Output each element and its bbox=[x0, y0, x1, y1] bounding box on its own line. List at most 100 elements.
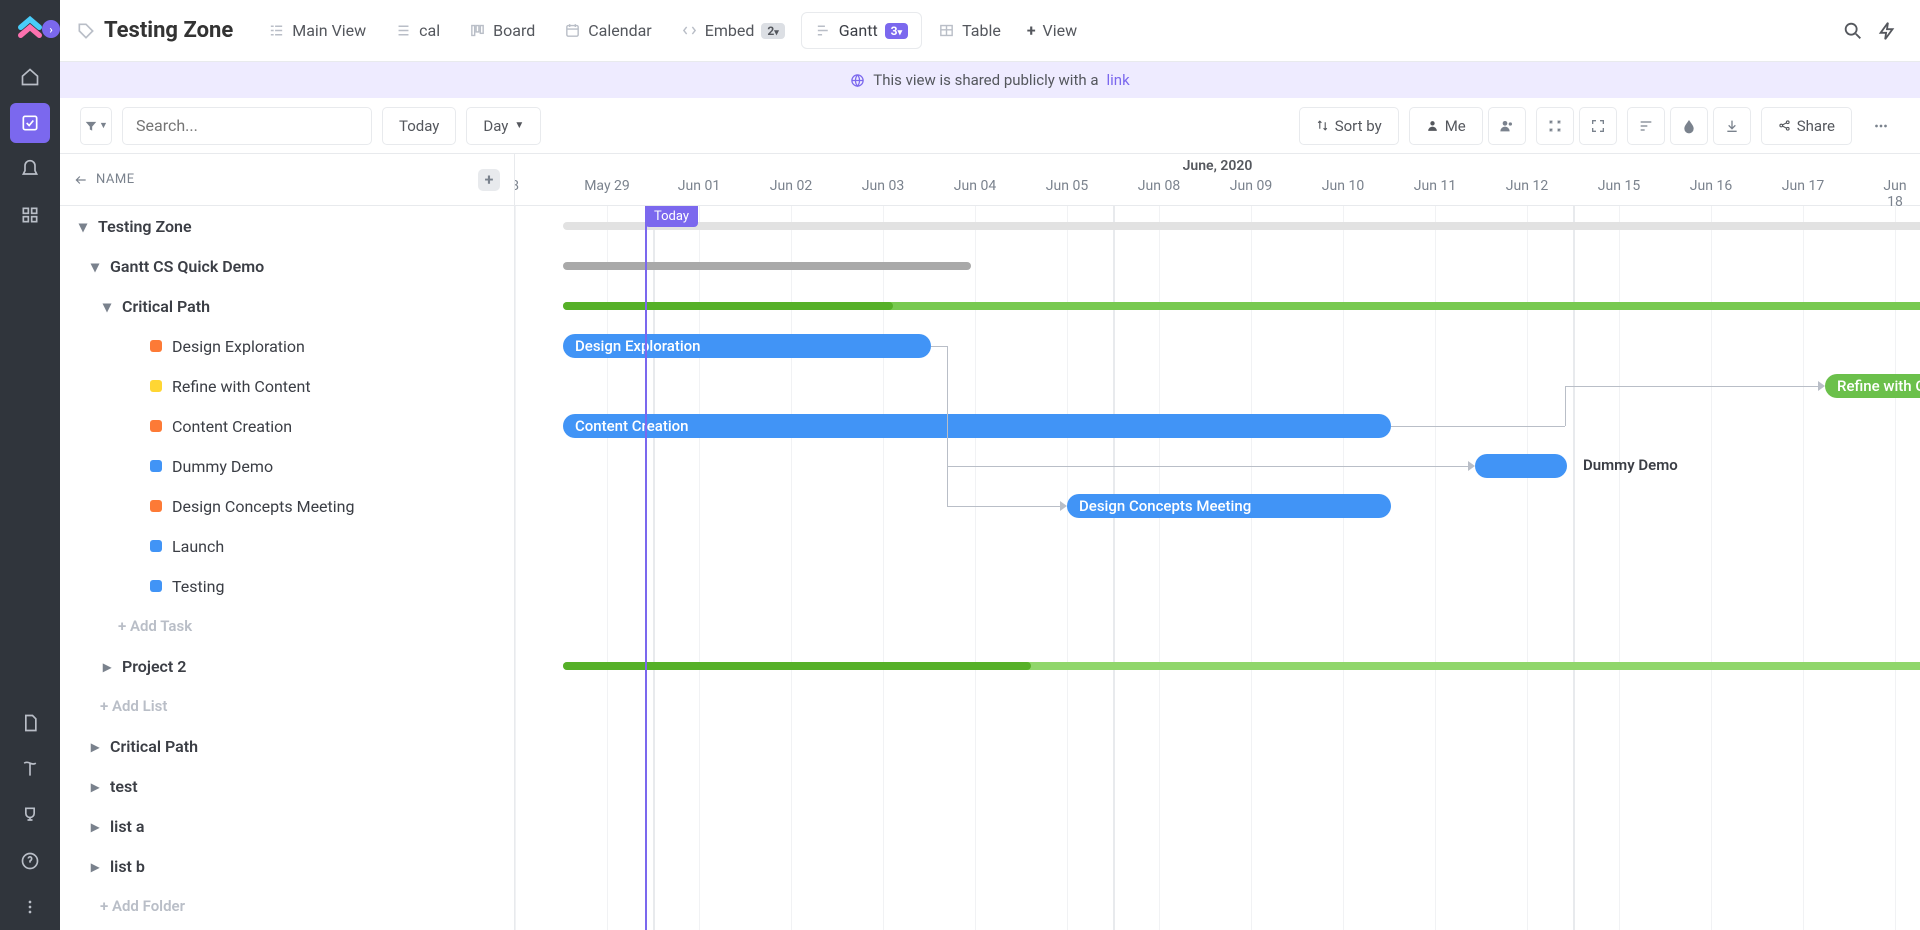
assignee-filter-button[interactable] bbox=[1488, 107, 1526, 145]
gantt-bar[interactable] bbox=[563, 662, 1031, 670]
task-row[interactable]: ▾Gantt CS Quick Demo bbox=[60, 246, 514, 286]
day-header: May 29 bbox=[584, 178, 630, 194]
task-row[interactable]: ▸list a bbox=[60, 806, 514, 846]
sortby-button[interactable]: Sort by bbox=[1299, 107, 1399, 145]
task-panel: NAME + ▾Testing Zone▾Gantt CS Quick Demo… bbox=[60, 154, 515, 930]
expand-icon bbox=[1590, 118, 1606, 134]
tag-icon bbox=[76, 21, 96, 41]
task-row[interactable]: Design Concepts Meeting bbox=[60, 486, 514, 526]
gantt-bar[interactable]: Design Exploration bbox=[563, 334, 931, 358]
view-tab-table[interactable]: Table bbox=[925, 13, 1014, 48]
day-header: Jun 04 bbox=[954, 178, 996, 194]
gantt-bar[interactable]: Content Creation bbox=[563, 414, 1391, 438]
gantt-bar[interactable] bbox=[563, 222, 1920, 230]
nav-docs[interactable] bbox=[10, 703, 50, 743]
gantt-bar[interactable] bbox=[1475, 454, 1567, 478]
gantt-bar[interactable]: Design Concepts Meeting bbox=[1067, 494, 1391, 518]
banner-link[interactable]: link bbox=[1107, 71, 1130, 89]
toggle-icon[interactable]: ▸ bbox=[86, 777, 104, 795]
nav-notifications[interactable] bbox=[10, 149, 50, 189]
add-column-button[interactable]: + bbox=[478, 169, 500, 191]
path-button[interactable] bbox=[1627, 107, 1665, 145]
task-row[interactable]: ▾Testing Zone bbox=[60, 206, 514, 246]
space-title[interactable]: Testing Zone bbox=[76, 18, 233, 43]
nav-more[interactable] bbox=[10, 887, 50, 927]
automate-icon[interactable] bbox=[1876, 20, 1898, 42]
toggle-icon[interactable]: ▸ bbox=[86, 857, 104, 875]
search-icon[interactable] bbox=[1842, 20, 1864, 42]
add-button[interactable]: + Add Folder bbox=[60, 886, 514, 926]
gantt-bar[interactable]: Refine with Content bbox=[1825, 374, 1920, 398]
task-row[interactable]: Design Exploration bbox=[60, 326, 514, 366]
nav-apps[interactable] bbox=[10, 195, 50, 235]
share-icon bbox=[1778, 119, 1791, 132]
pulse-icon bbox=[20, 759, 40, 779]
calendar-icon bbox=[564, 22, 581, 39]
today-button[interactable]: Today bbox=[382, 107, 456, 145]
add-button[interactable]: + Add Task bbox=[60, 606, 514, 646]
toggle-icon[interactable]: ▾ bbox=[86, 257, 104, 275]
nav-help[interactable] bbox=[10, 841, 50, 881]
toggle-icon[interactable]: ▸ bbox=[98, 657, 116, 675]
day-scale-button[interactable]: Day▼ bbox=[466, 107, 541, 145]
search-input[interactable] bbox=[122, 107, 372, 145]
view-tab-board[interactable]: Board bbox=[456, 13, 548, 48]
more-vertical-icon bbox=[20, 897, 40, 917]
view-tab-gantt[interactable]: Gantt3▾ bbox=[801, 12, 922, 49]
color-button[interactable] bbox=[1670, 107, 1708, 145]
toggle-icon[interactable]: ▸ bbox=[86, 817, 104, 835]
gantt-chart[interactable]: June, 2020 8May 29Jun 01Jun 02Jun 03Jun … bbox=[515, 154, 1920, 930]
day-header: Jun 01 bbox=[678, 178, 720, 194]
nav-pulse[interactable] bbox=[10, 749, 50, 789]
grid-icon bbox=[20, 205, 40, 225]
toolbar: ▼ Today Day▼ Sort by Me Share bbox=[60, 98, 1920, 154]
status-dot bbox=[150, 580, 162, 592]
toggle-icon[interactable]: ▾ bbox=[74, 217, 92, 235]
filter-button[interactable]: ▼ bbox=[80, 107, 112, 145]
nav-home[interactable] bbox=[10, 57, 50, 97]
add-button[interactable]: + Add List bbox=[60, 686, 514, 726]
task-row[interactable]: Dummy Demo bbox=[60, 446, 514, 486]
timeline-month: June, 2020 bbox=[515, 154, 1920, 178]
toggle-icon[interactable]: ▾ bbox=[98, 297, 116, 315]
gantt-bar[interactable] bbox=[563, 262, 971, 270]
day-header: Jun 02 bbox=[770, 178, 812, 194]
header-bar: Testing Zone Main ViewcalBoardCalendarEm… bbox=[60, 0, 1920, 62]
expand-button[interactable] bbox=[1579, 107, 1617, 145]
task-row[interactable]: ▾Critical Path bbox=[60, 286, 514, 326]
toggle-icon[interactable]: ▸ bbox=[86, 737, 104, 755]
add-view-button[interactable]: + View bbox=[1014, 13, 1090, 48]
view-tab-cal[interactable]: cal bbox=[382, 13, 453, 48]
task-row[interactable]: ▸list b bbox=[60, 846, 514, 886]
app-logo[interactable]: › bbox=[14, 14, 46, 46]
download-icon bbox=[1724, 118, 1740, 134]
public-share-banner: This view is shared publicly with a link bbox=[60, 62, 1920, 98]
task-row[interactable]: ▸test bbox=[60, 766, 514, 806]
download-button[interactable] bbox=[1713, 107, 1751, 145]
share-button[interactable]: Share bbox=[1761, 107, 1852, 145]
nav-goals[interactable] bbox=[10, 795, 50, 835]
back-icon[interactable] bbox=[74, 173, 88, 187]
task-row[interactable]: Refine with Content bbox=[60, 366, 514, 406]
view-tab-main-view[interactable]: Main View bbox=[255, 13, 379, 48]
me-filter-button[interactable]: Me bbox=[1409, 107, 1483, 145]
collapse-button[interactable] bbox=[1536, 107, 1574, 145]
task-row[interactable]: ▸Critical Path bbox=[60, 726, 514, 766]
task-row[interactable]: Content Creation bbox=[60, 406, 514, 446]
gantt-bar[interactable] bbox=[563, 302, 893, 310]
more-horizontal-icon bbox=[1872, 117, 1890, 135]
logo-expand-badge[interactable]: › bbox=[42, 20, 60, 38]
view-tab-embed[interactable]: Embed2▾ bbox=[668, 13, 798, 48]
task-row[interactable]: Testing bbox=[60, 566, 514, 606]
view-tab-calendar[interactable]: Calendar bbox=[551, 13, 664, 48]
path-icon bbox=[1638, 118, 1654, 134]
status-dot bbox=[150, 420, 162, 432]
globe-icon bbox=[850, 73, 865, 88]
home-icon bbox=[20, 67, 40, 87]
task-row[interactable]: Launch bbox=[60, 526, 514, 566]
trophy-icon bbox=[20, 805, 40, 825]
more-options-button[interactable] bbox=[1862, 107, 1900, 145]
task-row[interactable]: ▸Project 2 bbox=[60, 646, 514, 686]
status-dot bbox=[150, 460, 162, 472]
nav-tasks[interactable] bbox=[10, 103, 50, 143]
